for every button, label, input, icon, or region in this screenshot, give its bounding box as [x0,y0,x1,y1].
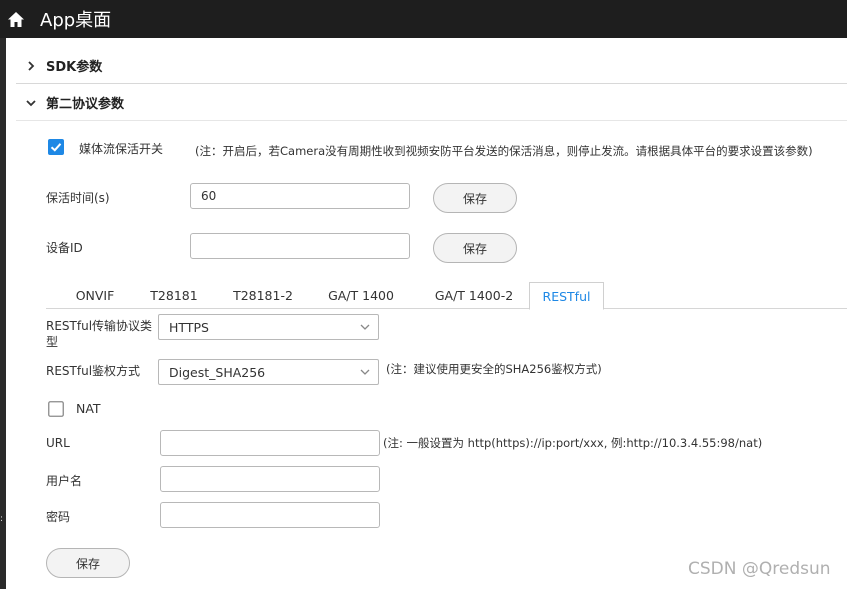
restful-auth-note: (注：建议使用更安全的SHA256鉴权方式) [386,362,602,376]
keepalive-note: (注：开启后，若Camera没有周期性收到视频安防平台发送的保活消息，则停止发流… [195,144,813,158]
restful-auth-value: Digest_SHA256 [169,364,266,380]
restful-auth-select[interactable]: Digest_SHA256 [158,359,379,385]
protocol-tabs: ONVIF T28181 T28181-2 GA/T 1400 GA/T 140… [46,282,847,310]
chevron-down-icon [360,369,370,375]
home-icon[interactable] [1,0,31,38]
restful-transport-value: HTTPS [169,319,209,335]
keepalive-checkbox[interactable] [48,139,64,155]
keepalive-time-label: 保活时间(s) [46,191,110,205]
restful-transport-label: RESTful传输协议类 [46,319,153,333]
sdk-section-title: SDK参数 [46,60,103,75]
url-label: URL [46,436,70,450]
password-label: 密码 [46,510,71,524]
keepalive-time-save-button[interactable]: 保存 [433,183,517,213]
tab-gat1400-2[interactable]: GA/T 1400-2 [422,282,526,309]
keepalive-time-input[interactable]: 60 [190,183,410,209]
device-id-input[interactable] [190,233,410,259]
restful-save-button[interactable]: 保存 [46,548,130,578]
restful-auth-label: RESTful鉴权方式 [46,364,141,378]
tab-restful[interactable]: RESTful [529,282,604,310]
app-title: App桌面 [40,10,112,31]
scroll-handle-icon[interactable]: : [0,515,3,524]
second-protocol-section-title: 第二协议参数 [46,97,125,112]
restful-transport-label-wrap: 型 [46,335,59,349]
tab-onvif[interactable]: ONVIF [60,282,130,309]
watermark: CSDN @Qredsun [688,559,831,579]
device-id-label: 设备ID [46,241,83,255]
nat-label: NAT [76,401,101,416]
username-label: 用户名 [46,474,83,488]
top-bar: App桌面 [0,0,847,38]
chevron-down-icon [26,99,36,106]
sdk-section-header[interactable]: SDK参数 [16,48,847,84]
left-strip: : [0,38,6,589]
second-protocol-section-header[interactable]: 第二协议参数 [16,85,847,121]
tab-t28181-2[interactable]: T28181-2 [224,282,302,309]
url-note: (注: 一般设置为 http(https)://ip:port/xxx, 例:h… [383,436,763,450]
keepalive-label: 媒体流保活开关 [79,142,164,156]
url-input[interactable] [160,430,380,456]
tab-t28181[interactable]: T28181 [142,282,206,309]
chevron-down-icon [360,324,370,330]
chevron-right-icon [28,60,35,71]
restful-transport-select[interactable]: HTTPS [158,314,379,340]
nat-checkbox[interactable] [48,401,64,417]
tab-gat1400[interactable]: GA/T 1400 [318,282,404,309]
username-input[interactable] [160,466,380,492]
device-id-save-button[interactable]: 保存 [433,233,517,263]
password-input[interactable] [160,502,380,528]
